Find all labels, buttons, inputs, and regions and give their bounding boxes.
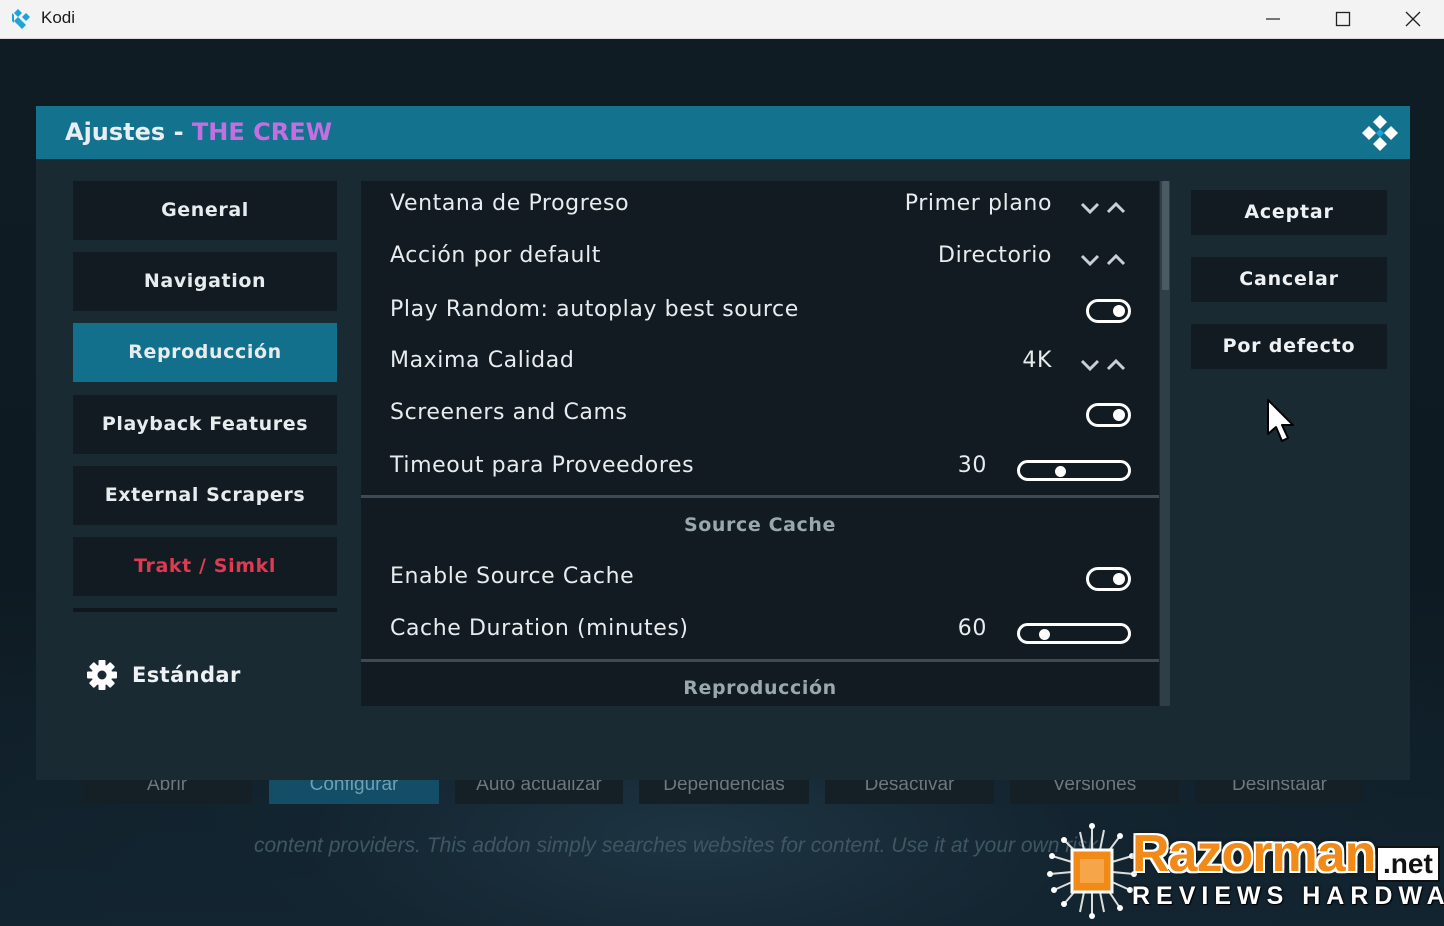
category-trakt-simkl[interactable]: Trakt / Simkl	[73, 537, 337, 596]
group-title-reproduccion: Reproducción	[683, 677, 837, 699]
slider-knob[interactable]	[1039, 629, 1050, 640]
setting-ventana-progreso[interactable]: Ventana de Progreso Primer plano	[361, 181, 1159, 233]
setting-value: 60	[957, 616, 987, 641]
slider-knob[interactable]	[1055, 466, 1066, 477]
setting-cache-duration[interactable]: Cache Duration (minutes) 60	[361, 606, 1159, 658]
setting-value: 30	[957, 453, 987, 478]
setting-screeners-cams[interactable]: Screeners and Cams	[361, 390, 1159, 442]
setting-value: Primer plano	[904, 191, 1052, 216]
setting-label: Ventana de Progreso	[390, 191, 630, 216]
toggle-knob	[1113, 305, 1125, 317]
setting-label: Maxima Calidad	[390, 348, 575, 373]
settings-level-label: Estándar	[132, 663, 241, 687]
toggle-knob	[1113, 573, 1125, 585]
category-external-scrapers[interactable]: External Scrapers	[73, 466, 337, 525]
aceptar-button[interactable]: Aceptar	[1191, 190, 1387, 235]
category-navigation[interactable]: Navigation	[73, 252, 337, 311]
kodi-close-icon[interactable]	[1360, 113, 1400, 153]
screeners-toggle[interactable]	[1086, 403, 1131, 427]
dialog-title: Ajustes - THE CREW	[65, 118, 332, 146]
kodi-logo-icon	[12, 9, 30, 29]
setting-enable-source-cache[interactable]: Enable Source Cache	[361, 554, 1159, 606]
setting-label: Cache Duration (minutes)	[390, 616, 689, 641]
close-icon	[1405, 11, 1421, 27]
minimize-button[interactable]	[1238, 0, 1308, 38]
settings-level-button[interactable]: Estándar	[86, 658, 241, 692]
close-button[interactable]	[1378, 0, 1444, 38]
addon-name: THE CREW	[191, 118, 333, 146]
group-title-source-cache: Source Cache	[683, 514, 837, 536]
setting-label: Play Random: autoplay best source	[390, 297, 799, 322]
watermark-logo: Razorman .net REVIEWS HARDWARE	[1040, 820, 1444, 924]
play-random-toggle[interactable]	[1086, 299, 1131, 323]
por-defecto-button[interactable]: Por defecto	[1191, 324, 1387, 369]
spinner-arrows-icon[interactable]	[1080, 356, 1132, 374]
setting-label: Screeners and Cams	[390, 400, 628, 425]
spinner-arrows-icon[interactable]	[1080, 199, 1132, 217]
setting-value: Directorio	[938, 243, 1052, 268]
cancelar-button[interactable]: Cancelar	[1191, 257, 1387, 302]
scrollbar-thumb[interactable]	[1162, 181, 1169, 290]
window-title: Kodi	[41, 8, 76, 27]
maximize-button[interactable]	[1308, 0, 1378, 38]
category-divider	[73, 608, 337, 612]
watermark-tld: .net	[1376, 846, 1440, 882]
group-divider	[361, 659, 1159, 662]
settings-list: Ventana de Progreso Primer plano Acción …	[361, 181, 1159, 706]
toggle-knob	[1113, 409, 1125, 421]
spinner-arrows-icon[interactable]	[1080, 251, 1132, 269]
category-reproduccion[interactable]: Reproducción	[73, 323, 337, 382]
setting-timeout-proveedores[interactable]: Timeout para Proveedores 30	[361, 443, 1159, 495]
setting-value: 4K	[1022, 348, 1052, 373]
maximize-icon	[1335, 11, 1351, 27]
watermark-name: Razorman	[1132, 825, 1376, 883]
cache-duration-slider[interactable]	[1017, 623, 1131, 644]
minimize-icon	[1266, 18, 1280, 20]
setting-maxima-calidad[interactable]: Maxima Calidad 4K	[361, 338, 1159, 390]
source-cache-toggle[interactable]	[1086, 567, 1131, 591]
dialog-header: Ajustes - THE CREW	[36, 106, 1410, 159]
cpu-chip-icon	[1047, 823, 1137, 919]
watermark-tagline: REVIEWS HARDWARE	[1132, 882, 1444, 910]
window-titlebar: Kodi	[0, 0, 1444, 39]
setting-accion-default[interactable]: Acción por default Directorio	[361, 233, 1159, 285]
category-general[interactable]: General	[73, 181, 337, 240]
settings-dialog: Ajustes - THE CREW General Navigation Re…	[36, 106, 1410, 780]
setting-label: Acción por default	[390, 243, 602, 268]
setting-label: Enable Source Cache	[390, 564, 635, 589]
mouse-cursor-icon	[1267, 399, 1294, 442]
dialog-title-prefix: Ajustes -	[65, 118, 192, 146]
category-playback-features[interactable]: Playback Features	[73, 395, 337, 454]
setting-play-random[interactable]: Play Random: autoplay best source	[361, 285, 1159, 337]
timeout-slider[interactable]	[1017, 460, 1131, 481]
setting-label: Timeout para Proveedores	[390, 453, 695, 478]
group-divider	[361, 495, 1159, 498]
gear-icon	[87, 660, 117, 690]
